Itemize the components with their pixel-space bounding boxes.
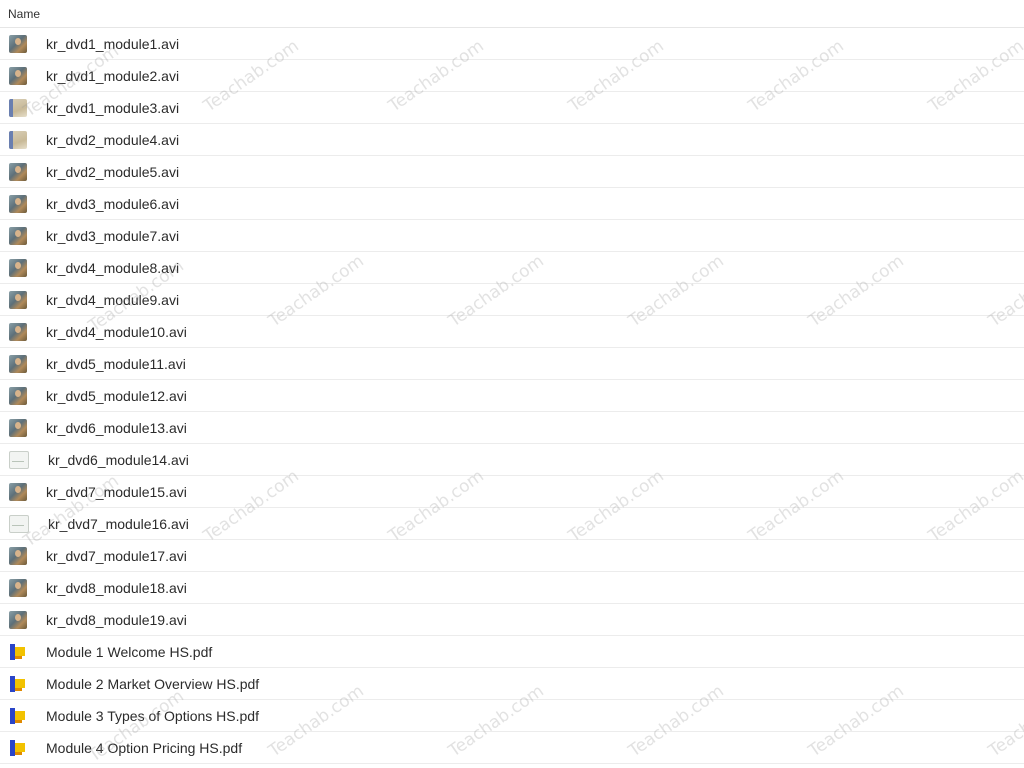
video-thumbnail-icon (9, 546, 27, 565)
file-name: kr_dvd1_module3.avi (46, 99, 180, 116)
file-row[interactable]: Module 4 Option Pricing HS.pdf (0, 732, 1024, 764)
file-name: kr_dvd6_module13.avi (46, 419, 187, 436)
video-thumbnail-icon (9, 450, 29, 469)
file-name: kr_dvd2_module4.avi (46, 131, 180, 148)
file-row[interactable]: Module 3 Types of Options HS.pdf (0, 700, 1024, 732)
pdf-file-icon (9, 738, 27, 757)
file-row[interactable]: kr_dvd4_module10.avi (0, 316, 1024, 348)
file-row[interactable]: kr_dvd3_module7.avi (0, 220, 1024, 252)
file-name: kr_dvd3_module7.avi (46, 227, 180, 244)
file-row[interactable]: kr_dvd7_module17.avi (0, 540, 1024, 572)
video-thumbnail-icon (9, 98, 27, 117)
file-row[interactable]: kr_dvd6_module13.avi (0, 412, 1024, 444)
file-row[interactable]: kr_dvd8_module19.avi (0, 604, 1024, 636)
video-thumbnail-icon (9, 66, 27, 85)
video-thumbnail-icon (9, 34, 27, 53)
file-name: kr_dvd2_module5.avi (46, 163, 180, 180)
file-name: kr_dvd8_module18.avi (46, 579, 187, 596)
file-row[interactable]: kr_dvd8_module18.avi (0, 572, 1024, 604)
file-name: kr_dvd8_module19.avi (46, 611, 187, 628)
file-name: kr_dvd6_module14.avi (48, 451, 189, 468)
video-thumbnail-icon (9, 290, 27, 309)
pdf-file-icon (9, 642, 27, 661)
file-row[interactable]: kr_dvd7_module16.avi (0, 508, 1024, 540)
video-thumbnail-icon (9, 258, 27, 277)
file-name: kr_dvd7_module16.avi (48, 515, 189, 532)
file-row[interactable]: kr_dvd6_module14.avi (0, 444, 1024, 476)
video-thumbnail-icon (9, 322, 27, 341)
file-row[interactable]: kr_dvd1_module1.avi (0, 28, 1024, 60)
file-name: Module 1 Welcome HS.pdf (46, 643, 213, 660)
file-name: kr_dvd1_module2.avi (46, 67, 180, 84)
video-thumbnail-icon (9, 418, 27, 437)
file-name: kr_dvd7_module17.avi (46, 547, 187, 564)
video-thumbnail-icon (9, 482, 27, 501)
file-row[interactable]: kr_dvd2_module5.avi (0, 156, 1024, 188)
video-thumbnail-icon (9, 130, 27, 149)
file-row[interactable]: kr_dvd4_module9.avi (0, 284, 1024, 316)
file-name: kr_dvd4_module10.avi (46, 323, 187, 340)
file-name: kr_dvd5_module12.avi (46, 387, 187, 404)
video-thumbnail-icon (9, 514, 29, 533)
name-column-header[interactable]: Name (0, 0, 1024, 28)
file-name: Module 3 Types of Options HS.pdf (46, 707, 259, 724)
video-thumbnail-icon (9, 354, 27, 373)
file-name: kr_dvd7_module15.avi (46, 483, 187, 500)
video-thumbnail-icon (9, 386, 27, 405)
video-thumbnail-icon (9, 226, 27, 245)
video-thumbnail-icon (9, 162, 27, 181)
file-name: kr_dvd4_module8.avi (46, 259, 180, 276)
file-row[interactable]: kr_dvd2_module4.avi (0, 124, 1024, 156)
file-name: kr_dvd5_module11.avi (46, 355, 186, 372)
file-name: kr_dvd4_module9.avi (46, 291, 180, 308)
name-column-label: Name (8, 6, 41, 21)
file-row[interactable]: kr_dvd3_module6.avi (0, 188, 1024, 220)
file-row[interactable]: kr_dvd5_module12.avi (0, 380, 1024, 412)
file-row[interactable]: kr_dvd7_module15.avi (0, 476, 1024, 508)
file-name: Module 2 Market Overview HS.pdf (46, 675, 260, 692)
video-thumbnail-icon (9, 194, 27, 213)
video-thumbnail-icon (9, 610, 27, 629)
file-name: kr_dvd1_module1.avi (46, 35, 180, 52)
file-list: kr_dvd1_module1.avi kr_dvd1_module2.avikr… (0, 28, 1024, 764)
video-thumbnail-icon (9, 578, 27, 597)
file-row[interactable]: Module 2 Market Overview HS.pdf (0, 668, 1024, 700)
file-row[interactable]: kr_dvd4_module8.avi (0, 252, 1024, 284)
file-row[interactable]: kr_dvd5_module11.avi (0, 348, 1024, 380)
pdf-file-icon (9, 674, 27, 693)
file-row[interactable]: kr_dvd1_module3.avi (0, 92, 1024, 124)
file-name: Module 4 Option Pricing HS.pdf (46, 739, 243, 756)
pdf-file-icon (9, 706, 27, 725)
file-row[interactable]: Module 1 Welcome HS.pdf (0, 636, 1024, 668)
file-row[interactable]: kr_dvd1_module2.avi (0, 60, 1024, 92)
file-name: kr_dvd3_module6.avi (46, 195, 180, 212)
